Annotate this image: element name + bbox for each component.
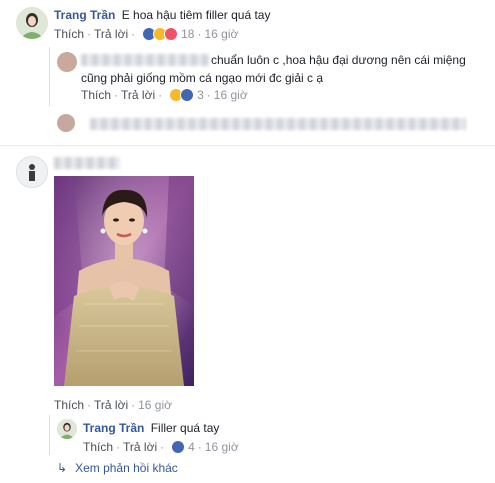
timestamp[interactable]: 16 giờ (138, 398, 172, 412)
avatar-trang-tran[interactable] (57, 419, 77, 439)
separator-dot: · (131, 398, 136, 412)
like-reaction-icon (171, 440, 186, 454)
like-link[interactable]: Thích (83, 440, 113, 454)
blurred-author-name (54, 157, 120, 169)
pageant-photo-icon (54, 176, 194, 386)
timestamp[interactable]: 16 giờ (214, 88, 248, 102)
love-reaction-icon (164, 27, 179, 41)
avatar-blurred[interactable] (57, 52, 77, 72)
comment-author[interactable]: Trang Trần (83, 421, 144, 435)
reply-thread-line (49, 415, 50, 455)
separator-dot: · (160, 440, 165, 454)
separator-dot: · (87, 398, 92, 412)
reply-thread-line (49, 47, 50, 107)
like-reaction-icon (180, 88, 195, 102)
separator-dot: · (158, 88, 163, 102)
comment-text-line: chuẩn luôn c ,hoa hậu đại dương nên cái … (211, 53, 466, 67)
reply-link[interactable]: Trả lời (121, 88, 155, 102)
avatar-blurred[interactable] (57, 114, 75, 132)
comment-text-line: cũng phải giống mồm cá ngạo mới đc giải … (81, 71, 324, 85)
reply-link[interactable]: Trả lời (94, 27, 128, 41)
like-link[interactable]: Thích (54, 398, 84, 412)
separator-dot: · (87, 27, 92, 41)
reply-link[interactable]: Trả lời (123, 440, 157, 454)
reaction-count: 18 (181, 27, 195, 41)
like-link[interactable]: Thích (81, 88, 111, 102)
blurred-author-name (81, 54, 209, 66)
comment-author[interactable]: Trang Trần (54, 8, 115, 22)
comment-divider (0, 145, 495, 146)
reaction-summary[interactable]: 3 (169, 88, 204, 102)
see-more-replies-link[interactable]: Xem phản hồi khác (75, 461, 178, 475)
reply-link[interactable]: Trả lời (94, 398, 128, 412)
avatar-generic[interactable] (16, 156, 48, 188)
timestamp[interactable]: 16 giờ (204, 27, 238, 41)
timestamp[interactable]: 16 giờ (205, 440, 239, 454)
comment-photo[interactable] (54, 176, 194, 386)
like-link[interactable]: Thích (54, 27, 84, 41)
comment-text: Filler quá tay (150, 421, 220, 435)
reaction-summary[interactable]: 18 (142, 27, 194, 41)
reaction-summary[interactable]: 4 (171, 440, 195, 454)
comment-text: E hoa hậu tiêm filler quá tay (121, 8, 271, 22)
blurred-comment (90, 118, 466, 130)
person-silhouette-icon (29, 164, 35, 181)
reaction-count: 3 (197, 88, 204, 102)
reaction-count: 4 (188, 440, 195, 454)
avatar-trang-tran[interactable] (16, 7, 48, 39)
separator-dot: · (131, 27, 136, 41)
separator-dot: · (206, 88, 211, 102)
separator-dot: · (197, 440, 202, 454)
reply-arrow-icon: ↳ (57, 461, 68, 475)
avatar-image-icon (16, 7, 48, 39)
separator-dot: · (114, 88, 119, 102)
separator-dot: · (197, 27, 202, 41)
avatar-image-icon (57, 419, 77, 439)
separator-dot: · (116, 440, 121, 454)
